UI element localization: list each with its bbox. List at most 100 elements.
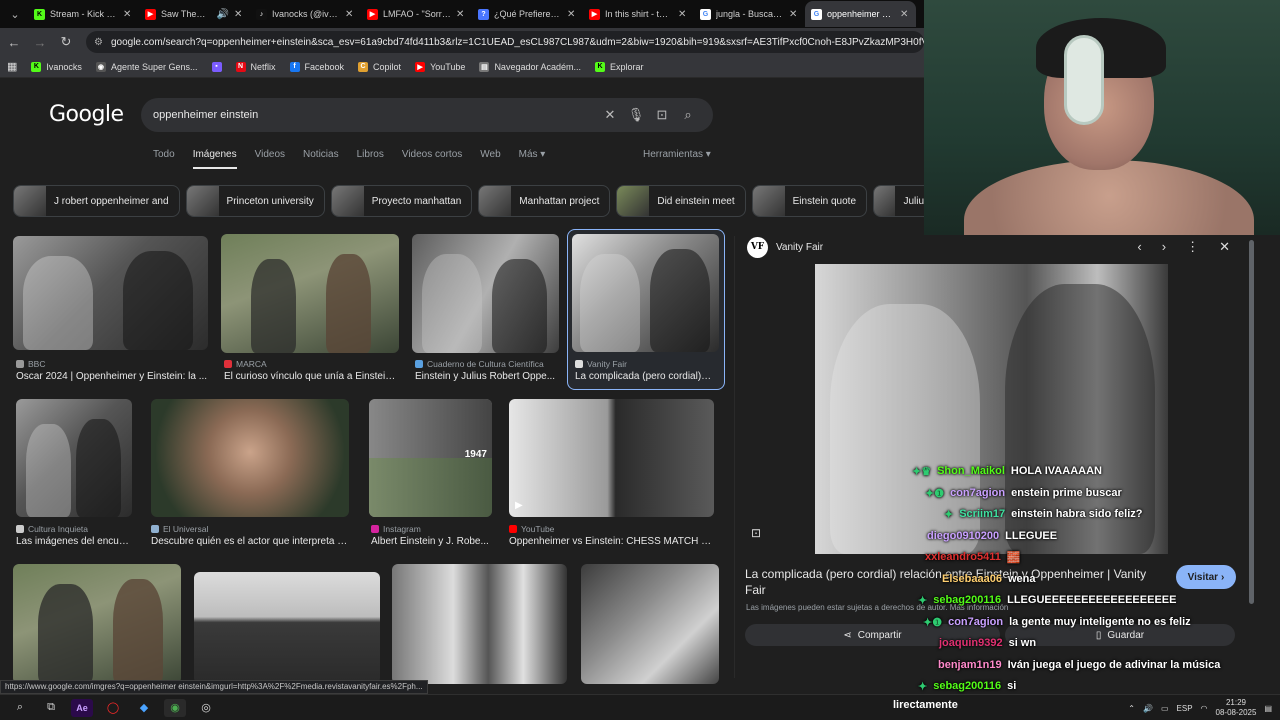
close-icon[interactable]: ✕ — [678, 9, 688, 20]
close-icon[interactable]: ✕ — [456, 9, 466, 20]
volume-icon[interactable]: 🔊 — [1143, 704, 1153, 713]
result-image-5[interactable] — [151, 399, 349, 517]
microphone-icon[interactable]: 🎙 — [623, 107, 649, 123]
clock[interactable]: 21:29 08-08-2025 — [1216, 698, 1257, 718]
chip-3[interactable]: Manhattan project — [478, 185, 611, 217]
address-bar[interactable]: ⚙ google.com/search?q=oppenheimer+einstei… — [86, 31, 924, 53]
result-image-11[interactable] — [581, 564, 719, 684]
tab-6[interactable]: Gjungla - Buscar co ✕ — [694, 1, 805, 27]
result-image-1[interactable] — [221, 234, 399, 353]
result-image-2[interactable] — [412, 234, 559, 353]
chat-message: joaquin9392 si wn — [939, 637, 1036, 649]
lens-search-icon[interactable]: ⊡ — [751, 526, 761, 540]
app-icon[interactable]: ◆ — [133, 699, 155, 717]
tab-0[interactable]: K Stream - Kick Dashboard ✕ — [28, 1, 139, 27]
bookmark-4[interactable]: f Facebook — [283, 61, 352, 72]
tab-news[interactable]: Noticias — [303, 149, 339, 169]
tab-all[interactable]: Todo — [153, 149, 175, 169]
close-icon[interactable]: ✕ — [567, 9, 577, 20]
back-icon[interactable]: ← — [2, 30, 26, 54]
close-icon[interactable]: ✕ — [123, 9, 133, 20]
search-icon[interactable]: ⌕ — [675, 107, 701, 123]
after-effects-icon[interactable]: Ae — [71, 698, 93, 717]
tab-2[interactable]: ♪ Ivanocks (@ivanocks) ✕ — [250, 1, 361, 27]
site-info-icon[interactable]: ⚙ — [94, 37, 103, 48]
result-caption-2[interactable]: Einstein y Julius Robert Oppe... — [415, 371, 559, 382]
tab-web[interactable]: Web — [480, 149, 500, 169]
preview-scrollbar[interactable] — [1249, 240, 1254, 604]
bookmark-7[interactable]: ▤ Navegador Académ... — [472, 61, 588, 72]
save-label: Guardar — [1107, 629, 1145, 641]
lens-icon[interactable]: ⊡ — [649, 107, 675, 123]
close-icon[interactable]: ✕ — [1219, 239, 1230, 255]
tray-expand-icon[interactable]: ⌃ — [1128, 704, 1135, 713]
bookmark-6[interactable]: ▶ YouTube — [408, 61, 472, 72]
more-options-icon[interactable]: ⋮ — [1186, 239, 1199, 255]
result-image-7[interactable]: ▶ — [509, 399, 714, 517]
chip-0[interactable]: J robert oppenheimer and — [13, 185, 180, 217]
result-image-6[interactable]: 1947 — [369, 399, 492, 517]
chat-message: ✦ sebag200116 si — [918, 680, 1016, 693]
result-caption-4[interactable]: Las imágenes del encue... — [16, 536, 132, 547]
result-caption-6[interactable]: Albert Einstein y J. Robe... — [371, 536, 492, 547]
result-image-8[interactable] — [13, 564, 181, 684]
close-icon[interactable]: ✕ — [900, 9, 910, 20]
bookmark-8[interactable]: K Explorar — [588, 61, 651, 72]
tab-more[interactable]: Más ▾ — [519, 149, 546, 169]
clear-icon[interactable]: ✕ — [597, 107, 623, 123]
close-icon[interactable]: ✕ — [234, 9, 244, 20]
reload-icon[interactable]: ↻ — [54, 30, 78, 54]
next-icon[interactable]: › — [1162, 239, 1166, 255]
tab-search-icon[interactable]: ⌄ — [2, 1, 28, 27]
tab-4[interactable]: ? ¿Qué Prefieres? ¡J ✕ — [472, 1, 583, 27]
bookmark-1[interactable]: ◉ Agente Super Gens... — [89, 61, 205, 72]
apps-icon[interactable]: ▦ — [0, 60, 24, 73]
tab-books[interactable]: Libros — [357, 149, 384, 169]
obs-icon[interactable]: ◎ — [195, 699, 217, 717]
bookmark-3[interactable]: N Netflix — [229, 61, 283, 72]
task-view-icon[interactable]: ⧉ — [40, 699, 62, 717]
keyboard-language[interactable]: ESP — [1177, 704, 1193, 713]
forward-icon[interactable]: → — [28, 30, 52, 54]
result-image-0[interactable] — [13, 236, 208, 350]
chip-2[interactable]: Proyecto manhattan — [330, 185, 473, 217]
result-caption-0[interactable]: Oscar 2024 | Oppenheimer y Einstein: la … — [16, 371, 208, 382]
tab-1[interactable]: ▶ Saw Theme S 🔊 ✕ — [139, 1, 250, 27]
result-caption-5[interactable]: Descubre quién es el actor que interpret… — [151, 536, 349, 547]
result-image-9[interactable] — [194, 572, 380, 684]
search-input[interactable]: oppenheimer einstein ✕ 🎙 ⊡ ⌕ — [141, 98, 713, 132]
network-icon[interactable]: ▭ — [1161, 704, 1169, 713]
notifications-icon[interactable]: ▤ — [1264, 704, 1272, 713]
result-caption-7[interactable]: Oppenheimer vs Einstein: CHESS MATCH - Y… — [509, 536, 714, 547]
close-icon[interactable]: ✕ — [345, 9, 355, 20]
result-image-3[interactable] — [572, 234, 719, 352]
tab-7-active[interactable]: Goppenheimer einst ✕ — [805, 1, 916, 27]
chip-1[interactable]: Princeton university — [185, 185, 325, 217]
tab-3[interactable]: ▶ LMFAO - "Sorry F ✕ — [361, 1, 472, 27]
previous-icon[interactable]: ‹ — [1137, 239, 1141, 255]
tools-button[interactable]: Herramientas ▾ — [643, 149, 711, 160]
tab-videos[interactable]: Videos — [255, 149, 285, 169]
result-image-4[interactable] — [16, 399, 132, 517]
result-caption-3[interactable]: La complicada (pero cordial) r... — [575, 371, 713, 382]
bookmark-5[interactable]: C Copilot — [351, 61, 408, 72]
opera-icon[interactable]: ◯ — [102, 699, 124, 717]
preview-source[interactable]: VF Vanity Fair — [747, 236, 823, 258]
chip-4[interactable]: Did einstein meet — [616, 185, 746, 217]
tab-short-videos[interactable]: Videos cortos — [402, 149, 462, 169]
tab-5[interactable]: ▶ In this shirt - the i ✕ — [583, 1, 694, 27]
visit-button[interactable]: Visitar › — [1176, 565, 1236, 589]
search-icon[interactable]: ⌕ — [9, 699, 31, 717]
speaker-icon[interactable]: 🔊 — [217, 9, 229, 20]
bookmark-2[interactable]: ▪ — [205, 61, 229, 72]
bookmark-0[interactable]: K Ivanocks — [24, 61, 89, 72]
result-image-10[interactable] — [392, 564, 567, 684]
wifi-icon[interactable]: ◠ — [1201, 704, 1208, 713]
tab-images[interactable]: Imágenes — [192, 149, 237, 169]
chip-5[interactable]: Einstein quote — [751, 185, 868, 217]
result-caption-1[interactable]: El curioso vínculo que unía a Einstein..… — [224, 371, 399, 382]
google-logo[interactable]: Google — [49, 102, 124, 127]
close-icon[interactable]: ✕ — [789, 9, 799, 20]
chrome-icon[interactable]: ◉ — [164, 698, 186, 717]
result-source-5: El Universal — [151, 524, 208, 534]
